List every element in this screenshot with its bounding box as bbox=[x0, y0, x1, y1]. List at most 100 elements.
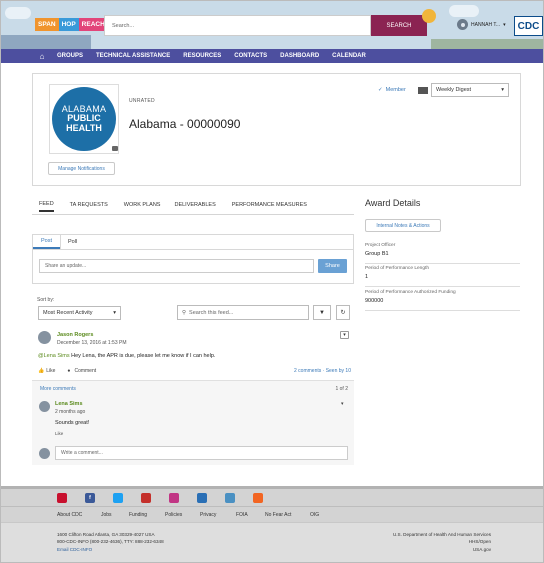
hhs-open-link[interactable]: HHS/Open bbox=[393, 538, 491, 545]
comment-button[interactable]: Comment bbox=[74, 368, 96, 374]
account-name: Alabama - 00000090 bbox=[129, 117, 241, 131]
hhs-link[interactable]: U.S. Department of Health And Human Serv… bbox=[393, 531, 491, 538]
post-mention[interactable]: @Lena Sims bbox=[38, 353, 70, 359]
comment-like-button[interactable]: Like bbox=[55, 431, 63, 436]
instagram-icon[interactable] bbox=[169, 493, 179, 503]
sort-label: Sort by: bbox=[37, 297, 55, 303]
youtube-icon[interactable] bbox=[141, 493, 151, 503]
post-menu-button[interactable]: ▾ bbox=[340, 331, 349, 339]
nav-item-contacts[interactable]: CONTACTS bbox=[234, 53, 267, 59]
post-date[interactable]: December 13, 2016 at 1:53 PM bbox=[57, 340, 127, 346]
more-comments-link[interactable]: More comments bbox=[40, 386, 76, 392]
post-author[interactable]: Jason Rogers bbox=[57, 332, 93, 338]
cdc-logo[interactable]: CDC bbox=[514, 16, 543, 36]
sort-select-value: Most Recent Activity bbox=[43, 310, 93, 316]
nav-item-resources[interactable]: RESOURCES bbox=[183, 53, 221, 59]
comment-icon: ● bbox=[67, 368, 71, 374]
field-value: Group B1 bbox=[365, 251, 389, 257]
footer-link-oig[interactable]: OIG bbox=[310, 512, 319, 518]
post-text: Hey Lena, the APR is due, please let me … bbox=[71, 353, 216, 359]
record-tabs: FEED TA REQUESTS WORK PLANS DELIVERABLES… bbox=[32, 199, 354, 215]
tab-ta-requests[interactable]: TA REQUESTS bbox=[70, 202, 108, 211]
podcast-icon[interactable] bbox=[197, 493, 207, 503]
tab-deliverables[interactable]: DELIVERABLES bbox=[174, 202, 215, 211]
chevron-down-icon[interactable]: ▾ bbox=[341, 401, 344, 407]
nav-item-groups[interactable]: GROUPS bbox=[57, 53, 83, 59]
chat-icon[interactable] bbox=[225, 493, 235, 503]
comments-section: More comments 1 of 2 Lena Sims 2 months … bbox=[32, 380, 354, 465]
filter-icon: ▼ bbox=[319, 309, 325, 316]
home-icon[interactable]: ⌂ bbox=[33, 52, 51, 61]
nav-item-technical-assistance[interactable]: TECHNICAL ASSISTANCE bbox=[96, 53, 170, 59]
member-status[interactable]: ✓ Member bbox=[378, 87, 406, 93]
logo-part: SPAN bbox=[35, 18, 59, 31]
search-icon: ⚲ bbox=[182, 309, 187, 316]
facebook-icon[interactable]: f bbox=[85, 493, 95, 503]
logo-line: HEALTH bbox=[66, 122, 102, 133]
footer-link-privacy[interactable]: Privacy bbox=[200, 512, 216, 518]
like-button[interactable]: Like bbox=[46, 368, 55, 374]
rss-feed-icon[interactable] bbox=[57, 493, 67, 503]
address-line: 1600 Clifton Road Atlanta, GA 30329-4027… bbox=[57, 532, 155, 537]
refresh-button[interactable]: ↻ bbox=[336, 305, 350, 320]
field-authorized-funding: Period of Performance Authorized Funding… bbox=[365, 290, 520, 311]
site-header: SPAN HOP REACH Search... SEARCH HANNAH T… bbox=[1, 1, 543, 49]
user-name: HANNAH T... bbox=[471, 21, 501, 28]
avatar[interactable] bbox=[39, 401, 50, 412]
filter-button[interactable]: ▼ bbox=[313, 305, 331, 320]
tab-work-plans[interactable]: WORK PLANS bbox=[124, 202, 161, 211]
write-comment-input[interactable]: Write a comment... bbox=[55, 446, 348, 460]
field-value: 1 bbox=[365, 274, 369, 280]
chevron-down-icon: ▾ bbox=[113, 310, 116, 316]
span-hop-reach-logo[interactable]: SPAN HOP REACH bbox=[35, 18, 108, 31]
share-update-input[interactable]: Share an update... bbox=[39, 259, 314, 273]
camera-icon[interactable] bbox=[112, 146, 118, 151]
chevron-down-icon: ▾ bbox=[503, 21, 506, 28]
post-stats[interactable]: 2 comments · Seen by 10 bbox=[294, 368, 351, 374]
award-details-title: Award Details bbox=[365, 198, 421, 208]
alabama-public-health-logo: ALABAMA PUBLIC HEALTH bbox=[52, 87, 116, 151]
site-search-input[interactable]: Search... bbox=[104, 15, 371, 36]
footer-link-foia[interactable]: FOIA bbox=[236, 512, 248, 518]
rss-icon[interactable] bbox=[253, 493, 263, 503]
footer-link-no-fear-act[interactable]: No Fear Act bbox=[265, 512, 291, 518]
post-body: @Lena Sims Hey Lena, the APR is due, ple… bbox=[38, 353, 215, 359]
twitter-icon[interactable] bbox=[113, 493, 123, 503]
sun-decoration bbox=[422, 9, 436, 23]
nav-item-dashboard[interactable]: DASHBOARD bbox=[280, 53, 319, 59]
field-project-officer: Project Officer Group B1 bbox=[365, 243, 520, 264]
field-label: Period of Performance Authorized Funding bbox=[365, 290, 456, 295]
thumbs-up-icon: 👍 bbox=[38, 368, 45, 374]
footer-link-funding[interactable]: Funding bbox=[129, 512, 147, 518]
internal-notes-button[interactable]: Internal Notes & Actions bbox=[365, 219, 441, 232]
footer-link-policies[interactable]: Policies bbox=[165, 512, 182, 518]
feed-publisher: Post Poll Share an update... Share bbox=[32, 234, 354, 284]
digest-select-value: Weekly Digest bbox=[436, 87, 472, 93]
tab-feed[interactable]: FEED bbox=[39, 201, 54, 212]
skyline-decoration bbox=[1, 35, 91, 49]
footer-link-jobs[interactable]: Jobs bbox=[101, 512, 112, 518]
user-menu[interactable]: HANNAH T... ▾ bbox=[457, 19, 506, 30]
tab-performance-measures[interactable]: PERFORMANCE MEASURES bbox=[232, 202, 307, 211]
feed-search-input[interactable]: ⚲ Search this feed... bbox=[177, 305, 309, 320]
sort-select[interactable]: Most Recent Activity ▾ bbox=[38, 306, 121, 320]
footer-bottom: 1600 Clifton Road Atlanta, GA 30329-4027… bbox=[1, 522, 543, 562]
share-button[interactable]: Share bbox=[318, 259, 347, 273]
account-header-card: ALABAMA PUBLIC HEALTH UNRATED Alabama - … bbox=[32, 73, 521, 186]
publisher-tab-poll[interactable]: Poll bbox=[60, 235, 100, 249]
comment-author[interactable]: Lena Sims bbox=[55, 401, 83, 407]
post-actions: 👍 Like ● Comment 2 comments · Seen by 10 bbox=[38, 368, 351, 374]
manage-notifications-button[interactable]: Manage Notifications bbox=[48, 162, 115, 175]
publisher-tab-post[interactable]: Post bbox=[33, 235, 60, 249]
feed-search-placeholder: Search this feed... bbox=[189, 309, 234, 316]
digest-select[interactable]: Weekly Digest ▾ bbox=[431, 83, 509, 97]
email-cdc-info-link[interactable]: Email CDC-INFO bbox=[57, 546, 164, 553]
usa-gov-link[interactable]: USA.gov bbox=[393, 546, 491, 553]
footer-link-about[interactable]: About CDC bbox=[57, 512, 82, 518]
nav-item-calendar[interactable]: CALENDAR bbox=[332, 53, 366, 59]
avatar[interactable] bbox=[38, 331, 51, 344]
comment-count: 1 of 2 bbox=[335, 386, 348, 392]
site-search-button[interactable]: SEARCH bbox=[371, 15, 427, 36]
footer-address: 1600 Clifton Road Atlanta, GA 30329-4027… bbox=[57, 531, 164, 553]
footer-agency: U.S. Department of Health And Human Serv… bbox=[393, 531, 491, 553]
